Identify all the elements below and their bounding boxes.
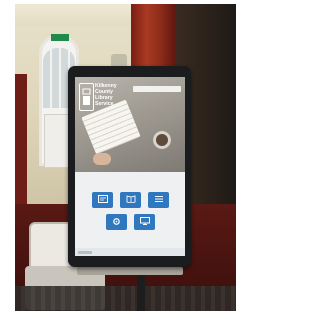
coffee-mug-image xyxy=(153,131,171,149)
ebook-icon xyxy=(126,195,135,203)
photo-scene: Kilkenny County Library Service xyxy=(15,4,236,311)
logo-text: Kilkenny County Library Service xyxy=(95,83,131,107)
tile-ebooks[interactable] xyxy=(120,192,141,208)
tile-settings[interactable] xyxy=(106,214,127,230)
red-shelf-left xyxy=(15,74,27,214)
gear-icon xyxy=(113,218,120,225)
library-logo-icon xyxy=(79,83,94,111)
monitor-icon xyxy=(139,217,150,225)
tile-computer[interactable] xyxy=(134,214,155,230)
tile-list[interactable] xyxy=(148,192,169,208)
catalogue-icon xyxy=(97,195,108,203)
menu-tiles xyxy=(75,172,185,256)
kiosk-screen: Kilkenny County Library Service xyxy=(75,77,185,256)
library-kiosk-tablet: Kilkenny County Library Service xyxy=(68,66,191,267)
search-bar[interactable] xyxy=(133,86,181,92)
floor-grate xyxy=(15,286,236,311)
logo-line-4: Service xyxy=(95,101,114,107)
list-icon xyxy=(154,196,163,202)
exit-sign xyxy=(51,34,69,41)
footer-logo xyxy=(78,251,92,254)
hand-image xyxy=(93,153,111,165)
tile-catalogue[interactable] xyxy=(92,192,113,208)
hero-image: Kilkenny County Library Service xyxy=(75,77,185,172)
kiosk-stand-plate xyxy=(77,267,183,275)
library-logo: Kilkenny County Library Service xyxy=(79,83,129,115)
kiosk-footer xyxy=(75,248,185,256)
